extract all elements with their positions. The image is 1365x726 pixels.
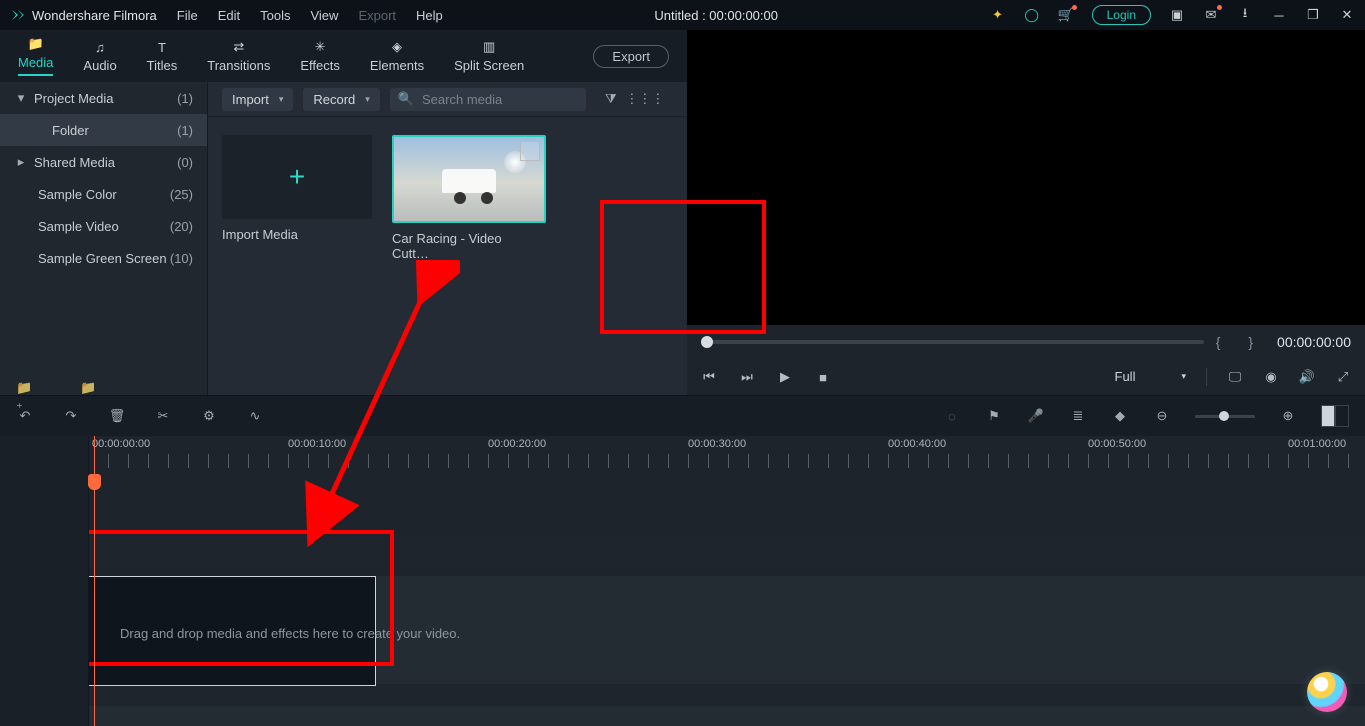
undo-icon[interactable]: ↶ xyxy=(16,407,34,425)
delete-icon[interactable]: 🗑 xyxy=(108,407,126,425)
marker-icon[interactable]: ⚑ xyxy=(985,407,1003,425)
zoom-in-icon[interactable]: ⊕ xyxy=(1279,407,1297,425)
media-sidebar: ▾Project Media(1) Folder(1) ▸Shared Medi… xyxy=(0,82,208,395)
step-back-icon[interactable]: ⏮ xyxy=(701,369,717,385)
audio-track[interactable]: ♪1🔓🔊 xyxy=(0,706,1365,726)
in-out-braces[interactable]: { } xyxy=(1216,334,1265,350)
import-media-cell[interactable]: + Import Media xyxy=(222,135,372,242)
splitscreen-icon: ▥ xyxy=(480,39,498,55)
folder-icon: 📁 xyxy=(27,36,45,52)
app-name: Wondershare Filmora xyxy=(32,8,157,23)
wondershare-logo-icon xyxy=(1307,672,1347,712)
lightbulb-icon[interactable]: ✦ xyxy=(990,7,1006,23)
tab-media[interactable]: 📁Media xyxy=(18,36,53,76)
record-dropdown[interactable]: Record▾ xyxy=(303,88,379,111)
menu-view[interactable]: View xyxy=(310,8,338,23)
sidebar-item-sample-green[interactable]: Sample Green Screen(10) xyxy=(0,242,207,274)
message-icon[interactable]: ✉ xyxy=(1203,7,1219,23)
filter-icon[interactable]: ⧩ xyxy=(602,90,620,108)
redo-icon[interactable]: ↷ xyxy=(62,407,80,425)
voiceover-icon[interactable]: 🎤 xyxy=(1027,407,1045,425)
tab-effects[interactable]: ✳Effects xyxy=(300,39,340,73)
tab-splitscreen[interactable]: ▥Split Screen xyxy=(454,39,524,73)
dropzone-hint: Drag and drop media and effects here to … xyxy=(120,626,460,641)
grid-icon[interactable]: ⋮⋮⋮ xyxy=(636,90,654,108)
maximize-icon[interactable]: ❐ xyxy=(1305,7,1321,23)
window-title: Untitled : 00:00:00:00 xyxy=(443,8,990,23)
split-icon[interactable]: ✂ xyxy=(154,407,172,425)
titlebar: Wondershare Filmora File Edit Tools View… xyxy=(0,0,1365,30)
timeline: ⧉ ⬙ 00:00:00:00 00:00:10:00 00:00:20:00 … xyxy=(0,436,1365,726)
volume-icon[interactable]: 🔊 xyxy=(1299,369,1315,385)
import-dropdown[interactable]: Import▾ xyxy=(222,88,293,111)
monitor-icon[interactable]: 🖵 xyxy=(1227,369,1243,385)
folder-icon[interactable]: 📁 xyxy=(80,380,98,398)
menu-tools[interactable]: Tools xyxy=(260,8,290,23)
effects-icon: ✳ xyxy=(311,39,329,55)
menu-export: Export xyxy=(358,8,396,23)
playhead[interactable] xyxy=(94,436,95,726)
menu-file[interactable]: File xyxy=(177,8,198,23)
close-icon[interactable]: ✕ xyxy=(1339,7,1355,23)
text-icon: T xyxy=(153,39,171,55)
app-logo-icon xyxy=(10,7,26,23)
player-controls: { } 00:00:00:00 ⏮ ⏭ ▶ ■ Full▾ 🖵 ◉ 🔊 ⤢ xyxy=(687,325,1365,395)
menu-help[interactable]: Help xyxy=(416,8,443,23)
tab-elements[interactable]: ◈Elements xyxy=(370,39,424,73)
media-clip[interactable]: Car Racing - Video Cutt… xyxy=(392,135,542,261)
chevron-down-icon: ▾ xyxy=(279,94,284,105)
transitions-icon: ⇄ xyxy=(230,39,248,55)
audio-wave-icon[interactable]: ∿ xyxy=(246,407,264,425)
zoom-slider[interactable] xyxy=(1195,415,1255,418)
timeline-toolbar: ↶ ↷ 🗑 ✂ ⚙ ∿ ◌ ⚑ 🎤 ≣ ◆ ⊖ ⊕ xyxy=(0,395,1365,436)
keyframe-icon[interactable]: ◆ xyxy=(1111,407,1129,425)
tab-titles[interactable]: TTitles xyxy=(147,39,178,73)
adjust-icon[interactable]: ⚙ xyxy=(200,407,218,425)
headphones-icon[interactable]: ◯ xyxy=(1024,7,1040,23)
sidebar-footer: 📁₊ 📁 xyxy=(16,380,98,398)
spacer-track xyxy=(0,536,1365,568)
elements-icon: ◈ xyxy=(388,39,406,55)
minimize-icon[interactable]: ─ xyxy=(1271,7,1287,23)
zoom-out-icon[interactable]: ⊖ xyxy=(1153,407,1171,425)
cart-icon[interactable]: 🛒 xyxy=(1058,7,1074,23)
tab-audio[interactable]: ♫Audio xyxy=(83,39,116,73)
step-fwd-icon[interactable]: ⏭ xyxy=(739,369,755,385)
login-button[interactable]: Login xyxy=(1092,5,1151,25)
download-icon[interactable]: ⭳ xyxy=(1237,7,1253,23)
save-icon[interactable]: ▣ xyxy=(1169,7,1185,23)
sidebar-item-shared-media[interactable]: ▸Shared Media(0) xyxy=(0,146,207,178)
clip-badge-icon xyxy=(520,141,540,161)
scrub-slider[interactable] xyxy=(701,340,1204,344)
new-folder-icon[interactable]: 📁₊ xyxy=(16,380,34,398)
module-tabs: 📁Media ♫Audio TTitles ⇄Transitions ✳Effe… xyxy=(0,30,687,82)
snapshot-icon[interactable]: ◉ xyxy=(1263,369,1279,385)
sidebar-item-project-media[interactable]: ▾Project Media(1) xyxy=(0,82,207,114)
sidebar-item-folder[interactable]: Folder(1) xyxy=(0,114,207,146)
main-menu: File Edit Tools View Export Help xyxy=(177,8,443,23)
plus-icon: + xyxy=(289,161,305,193)
music-icon: ♫ xyxy=(91,39,109,55)
preview-panel: { } 00:00:00:00 ⏮ ⏭ ▶ ■ Full▾ 🖵 ◉ 🔊 ⤢ xyxy=(687,30,1365,395)
menu-edit[interactable]: Edit xyxy=(218,8,240,23)
chevron-down-icon: ▾ xyxy=(365,94,370,105)
render-icon[interactable]: ◌ xyxy=(943,407,961,425)
tab-transitions[interactable]: ⇄Transitions xyxy=(207,39,270,73)
quality-dropdown[interactable]: Full▾ xyxy=(1115,369,1186,385)
export-button[interactable]: Export xyxy=(593,45,669,68)
chevron-down-icon: ▾ xyxy=(1181,371,1186,382)
sidebar-item-sample-video[interactable]: Sample Video(20) xyxy=(0,210,207,242)
stop-icon[interactable]: ■ xyxy=(815,369,831,385)
player-timecode: 00:00:00:00 xyxy=(1277,334,1351,350)
play-icon[interactable]: ▶ xyxy=(777,369,793,385)
fullscreen-icon[interactable]: ⤢ xyxy=(1335,369,1351,385)
timeline-view-toggle[interactable] xyxy=(1321,405,1349,427)
search-icon: 🔍 xyxy=(398,91,414,107)
media-browser: Import▾ Record▾ 🔍 ⧩ ⋮⋮⋮ + Import Media C… xyxy=(208,82,687,395)
time-ruler[interactable]: 00:00:00:00 00:00:10:00 00:00:20:00 00:0… xyxy=(88,436,1365,476)
mixer-icon[interactable]: ≣ xyxy=(1069,407,1087,425)
search-input[interactable]: 🔍 xyxy=(390,88,586,111)
sidebar-item-sample-color[interactable]: Sample Color(25) xyxy=(0,178,207,210)
preview-viewport[interactable] xyxy=(687,30,1365,325)
